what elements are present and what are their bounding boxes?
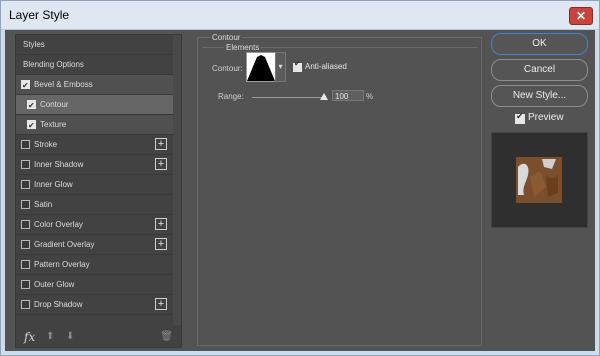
cancel-button[interactable]: Cancel (491, 59, 588, 81)
range-unit: % (366, 92, 374, 101)
add-drop-shadow-button[interactable]: + (155, 298, 167, 310)
contour-curve-icon (247, 55, 275, 81)
new-style-button[interactable]: New Style... (491, 85, 588, 107)
pattern-overlay-item[interactable]: Pattern Overlay (16, 255, 173, 275)
outer-glow-item[interactable]: Outer Glow (16, 275, 173, 295)
range-label: Range: (218, 92, 244, 101)
preview-label: Preview (528, 112, 564, 123)
contour-item[interactable]: Contour (16, 95, 173, 115)
contour-preview[interactable] (246, 52, 276, 82)
texture-checkbox[interactable] (27, 116, 36, 135)
stroke-checkbox[interactable] (21, 140, 30, 149)
range-slider-thumb[interactable] (320, 93, 328, 100)
dialog-body: Styles Blending Options Bevel & Emboss C… (5, 30, 595, 351)
stroke-item[interactable]: Stroke + (16, 135, 173, 155)
blending-options-item[interactable]: Blending Options (16, 55, 173, 75)
add-inner-shadow-button[interactable]: + (155, 158, 167, 170)
styles-scrollbar[interactable] (173, 35, 181, 325)
gradient-overlay-item[interactable]: Gradient Overlay + (16, 235, 173, 255)
satin-checkbox[interactable] (21, 200, 30, 209)
add-color-overlay-button[interactable]: + (155, 218, 167, 230)
anti-aliased-checkbox[interactable] (293, 59, 302, 72)
bevel-emboss-checkbox[interactable] (21, 76, 30, 95)
inner-shadow-item[interactable]: Inner Shadow + (16, 155, 173, 175)
fx-icon[interactable]: fx (24, 330, 35, 344)
add-stroke-button[interactable]: + (155, 138, 167, 150)
color-overlay-checkbox[interactable] (21, 220, 30, 229)
preview-swatch (516, 157, 562, 203)
contour-checkbox[interactable] (27, 96, 36, 115)
move-down-icon[interactable]: ⬇ (66, 331, 74, 342)
preview-checkbox[interactable] (515, 111, 525, 124)
inner-glow-item[interactable]: Inner Glow (16, 175, 173, 195)
drop-shadow-checkbox[interactable] (21, 300, 30, 309)
preview-texture-icon (518, 159, 558, 197)
range-value-input[interactable]: 100 (332, 90, 364, 101)
ok-button[interactable]: OK (491, 33, 588, 55)
contour-label: Contour: (212, 64, 243, 73)
styles-toolbar: fx ⬆ ⬇ 🗑 (16, 327, 181, 347)
elements-group-title: Elements (224, 43, 262, 52)
trash-icon[interactable]: 🗑 (160, 331, 173, 342)
chevron-down-icon: ▾ (278, 62, 283, 71)
drop-shadow-item[interactable]: Drop Shadow + (16, 295, 173, 315)
outer-glow-checkbox[interactable] (21, 280, 30, 289)
move-up-icon[interactable]: ⬆ (46, 331, 54, 342)
styles-list: Styles Blending Options Bevel & Emboss C… (15, 34, 182, 348)
bevel-emboss-item[interactable]: Bevel & Emboss (16, 75, 173, 95)
contour-group: Contour Elements Contour: ▾ Anti-aliased… (197, 33, 482, 346)
close-button[interactable]: ✕ (569, 7, 593, 25)
title-bar: Layer Style ✕ (1, 1, 599, 30)
pattern-overlay-checkbox[interactable] (21, 260, 30, 269)
style-preview (491, 132, 588, 228)
dialog-title: Layer Style (9, 8, 70, 22)
color-overlay-item[interactable]: Color Overlay + (16, 215, 173, 235)
texture-item[interactable]: Texture (16, 115, 173, 135)
inner-shadow-checkbox[interactable] (21, 160, 30, 169)
add-gradient-overlay-button[interactable]: + (155, 238, 167, 250)
styles-item[interactable]: Styles (16, 35, 173, 55)
layer-style-dialog: Layer Style ✕ Styles Blending Options Be… (0, 0, 600, 356)
anti-aliased-label: Anti-aliased (305, 62, 347, 71)
gradient-overlay-checkbox[interactable] (21, 240, 30, 249)
satin-item[interactable]: Satin (16, 195, 173, 215)
inner-glow-checkbox[interactable] (21, 180, 30, 189)
range-slider-track[interactable] (252, 97, 326, 98)
contour-group-title: Contour (210, 33, 243, 42)
contour-dropdown-button[interactable]: ▾ (275, 52, 286, 82)
